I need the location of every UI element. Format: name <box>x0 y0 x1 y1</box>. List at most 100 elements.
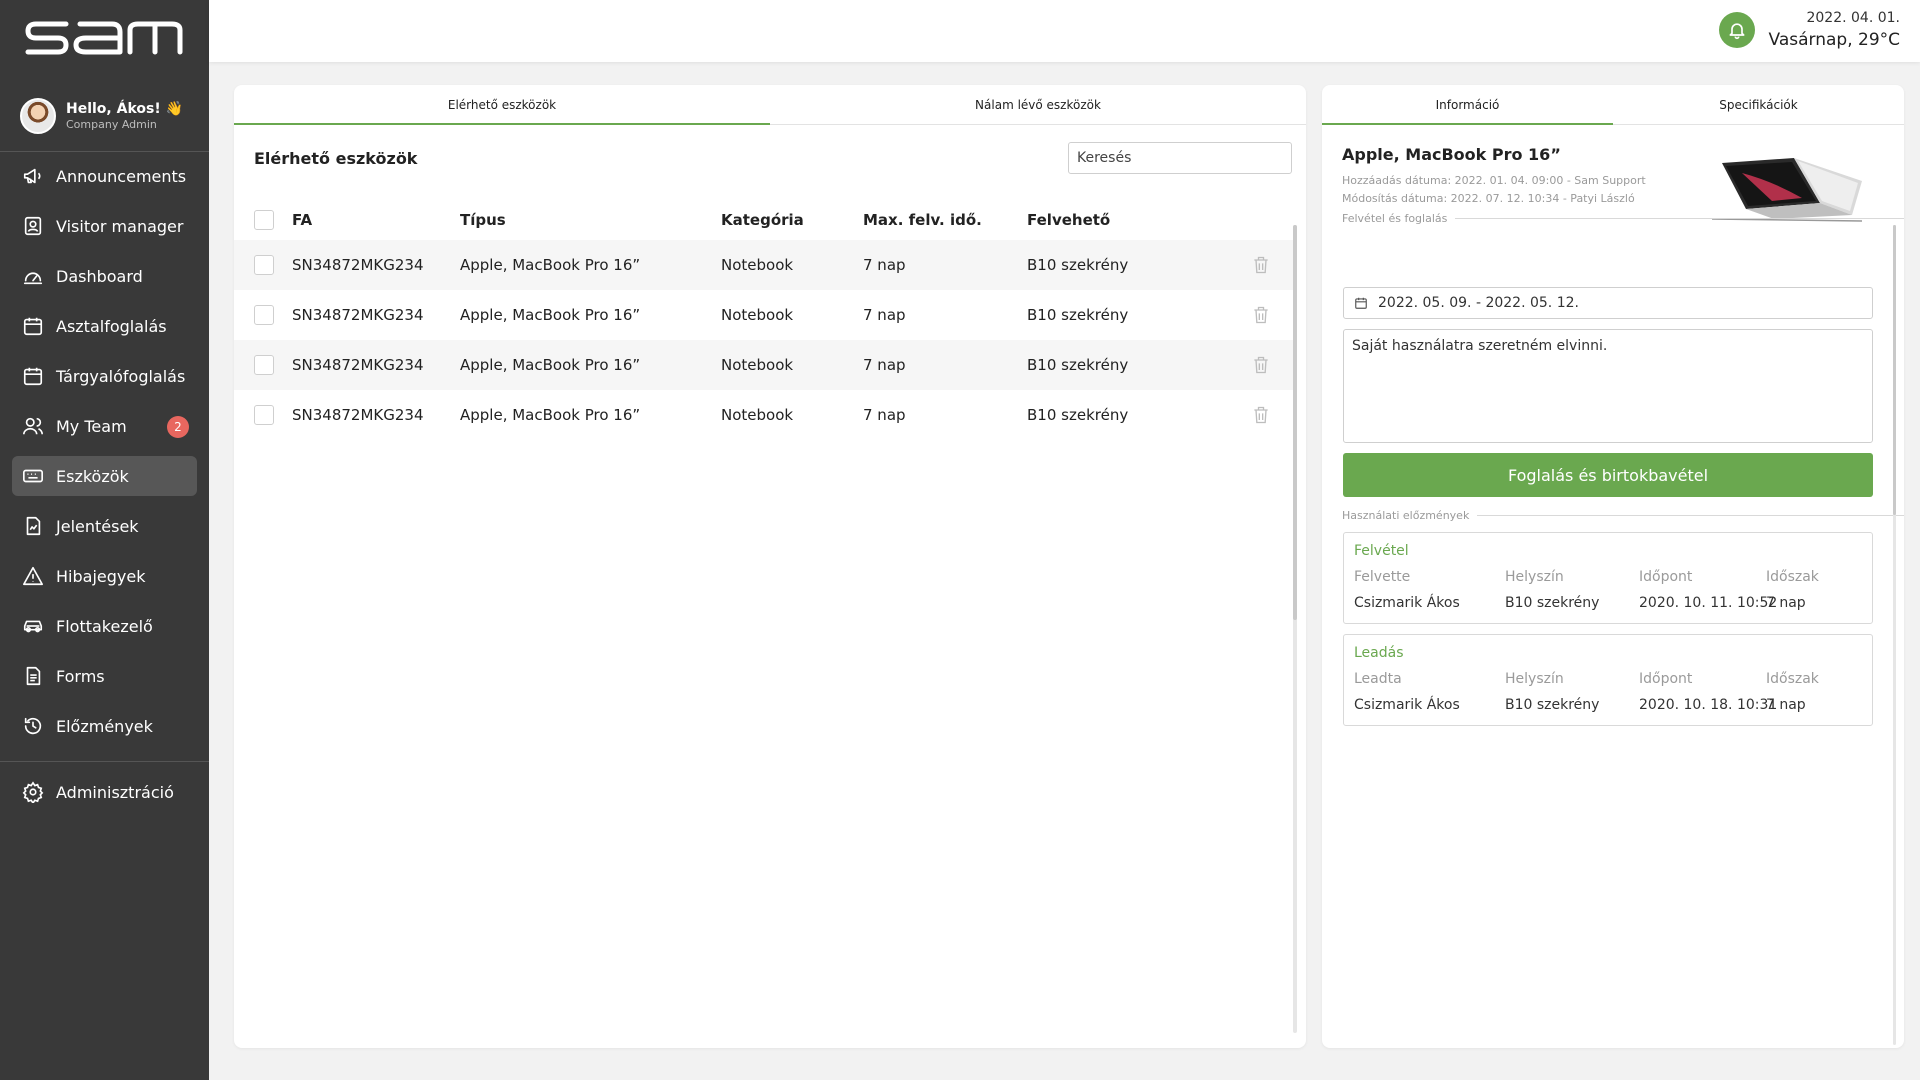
history-header: Időszak <box>1766 569 1819 585</box>
notifications-button[interactable] <box>1719 12 1755 48</box>
sidebar-item-devices[interactable]: Eszközök <box>12 456 197 496</box>
top-header: 2022. 04. 01. Vasárnap, 29°C <box>209 0 1920 62</box>
sidebar-item-tickets[interactable]: Hibajegyek <box>12 556 197 596</box>
column-header-type[interactable]: Típus <box>460 211 506 229</box>
column-header-max-time[interactable]: Max. felv. idő. <box>863 211 982 229</box>
trash-icon[interactable] <box>1251 255 1271 275</box>
user-profile[interactable]: Hello, Ákos! 👋 Company Admin <box>20 96 183 136</box>
cell-location: B10 szekrény <box>1027 356 1129 374</box>
report-icon <box>26 516 41 536</box>
tab-information[interactable]: Információ <box>1322 85 1613 125</box>
history-header: Időszak <box>1766 671 1819 687</box>
cell-category: Notebook <box>721 356 794 374</box>
tab-specifications[interactable]: Specifikációk <box>1613 85 1904 124</box>
sidebar-item-visitor-manager[interactable]: Visitor manager <box>12 206 197 246</box>
sam-logo[interactable] <box>24 18 184 58</box>
history-header: Felvette <box>1354 569 1411 585</box>
scrollbar-thumb[interactable] <box>1293 225 1297 620</box>
history-value: B10 szekrény <box>1505 697 1600 713</box>
sidebar-item-fleet-management[interactable]: Flottakezelő <box>12 606 197 646</box>
date-weather: 2022. 04. 01. Vasárnap, 29°C <box>1769 10 1900 50</box>
search-input[interactable] <box>1068 142 1292 174</box>
column-header-category[interactable]: Kategória <box>721 211 804 229</box>
sidebar-item-label: My Team <box>56 416 127 436</box>
sidebar-item-administration[interactable]: Adminisztráció <box>12 772 197 812</box>
table-row[interactable]: SN34872MKG234 Apple, MacBook Pro 16” Not… <box>234 390 1294 440</box>
sidebar-item-label: Adminisztráció <box>56 782 174 802</box>
sidebar-item-history[interactable]: Előzmények <box>12 706 197 746</box>
modified-date: Módosítás dátuma: 2022. 07. 12. 10:34 - … <box>1342 192 1635 205</box>
sidebar-item-label: Hibajegyek <box>56 566 146 586</box>
scrollbar-thumb[interactable] <box>1893 225 1896 515</box>
history-header: Helyszín <box>1505 569 1564 585</box>
row-checkbox[interactable] <box>254 255 274 275</box>
sidebar-item-forms[interactable]: Forms <box>12 656 197 696</box>
history-card-return: Leadás Leadta Helyszín Időpont Időszak C… <box>1343 634 1873 726</box>
gauge-icon <box>23 272 43 285</box>
table-row[interactable]: SN34872MKG234 Apple, MacBook Pro 16” Not… <box>234 240 1294 290</box>
cell-fa: SN34872MKG234 <box>292 306 424 324</box>
table-header: FA Típus Kategória Max. felv. idő. Felve… <box>234 200 1294 240</box>
sidebar-item-label: Dashboard <box>56 266 143 286</box>
cell-type: Apple, MacBook Pro 16” <box>460 356 641 374</box>
row-checkbox[interactable] <box>254 305 274 325</box>
sidebar-item-reports[interactable]: Jelentések <box>12 506 197 546</box>
sidebar-item-label: Asztalfoglalás <box>56 316 167 336</box>
weather: Vasárnap, 29°C <box>1768 30 1900 50</box>
car-icon <box>23 620 43 633</box>
column-header-fa[interactable]: FA <box>292 211 312 229</box>
cell-location: B10 szekrény <box>1027 406 1129 424</box>
sidebar-item-announcements[interactable]: Announcements <box>12 156 197 196</box>
tab-my-devices[interactable]: Nálam lévő eszközök <box>770 85 1306 124</box>
detail-tabs: Információ Specifikációk <box>1322 85 1904 125</box>
keyboard-icon <box>23 469 43 483</box>
cell-fa: SN34872MKG234 <box>292 406 424 424</box>
table-row[interactable]: SN34872MKG234 Apple, MacBook Pro 16” Not… <box>234 290 1294 340</box>
sidebar-item-desk-booking[interactable]: Asztalfoglalás <box>12 306 197 346</box>
sidebar-item-label: Flottakezelő <box>56 616 153 636</box>
cell-fa: SN34872MKG234 <box>292 356 424 374</box>
sidebar-item-my-team[interactable]: My Team 2 <box>12 406 197 446</box>
cell-type: Apple, MacBook Pro 16” <box>460 256 641 274</box>
sidebar-item-meeting-room-booking[interactable]: Tárgyalófoglalás <box>12 356 197 396</box>
user-greeting: Hello, Ákos! 👋 <box>66 101 184 117</box>
sidebar-item-label: Visitor manager <box>56 216 184 236</box>
calendar-icon <box>23 367 43 386</box>
sidebar-item-label: Jelentések <box>56 516 139 536</box>
warning-icon <box>23 566 43 586</box>
history-card-title: Felvétel <box>1354 543 1409 559</box>
sidebar: Hello, Ákos! 👋 Company Admin Announcemen… <box>0 0 209 1080</box>
cell-type: Apple, MacBook Pro 16” <box>460 406 641 424</box>
select-all-checkbox[interactable] <box>254 210 274 230</box>
usage-history-section-label: Használati előzmények <box>1342 509 1904 522</box>
reserve-and-take-button[interactable]: Foglalás és birtokbavétel <box>1343 453 1873 497</box>
history-header: Időpont <box>1639 671 1693 687</box>
history-value: 7 nap <box>1766 595 1806 611</box>
row-checkbox[interactable] <box>254 355 274 375</box>
team-icon <box>23 417 43 435</box>
history-value: 2020. 10. 18. 10:31 <box>1639 697 1778 713</box>
column-header-available[interactable]: Felvehető <box>1027 211 1110 229</box>
device-detail-panel: Információ Specifikációk Apple, MacBook … <box>1322 85 1904 1048</box>
history-icon <box>24 717 42 735</box>
sidebar-nav: Announcements Visitor manager Dashboard … <box>12 156 197 756</box>
trash-icon[interactable] <box>1251 355 1271 375</box>
notification-badge: 2 <box>167 416 189 438</box>
table-row[interactable]: SN34872MKG234 Apple, MacBook Pro 16” Not… <box>234 340 1294 390</box>
note-textarea[interactable]: Saját használatra szeretném elvinni. <box>1343 329 1873 443</box>
tab-available-devices[interactable]: Elérhető eszközök <box>234 85 770 125</box>
history-header: Időpont <box>1639 569 1693 585</box>
row-checkbox[interactable] <box>254 405 274 425</box>
cell-fa: SN34872MKG234 <box>292 256 424 274</box>
trash-icon[interactable] <box>1251 405 1271 425</box>
date-range-value: 2022. 05. 09. - 2022. 05. 12. <box>1378 295 1579 311</box>
bell-icon <box>1729 23 1745 40</box>
history-value: B10 szekrény <box>1505 595 1600 611</box>
cell-max-time: 7 nap <box>863 406 906 424</box>
cell-max-time: 7 nap <box>863 306 906 324</box>
date-range-input[interactable]: 2022. 05. 09. - 2022. 05. 12. <box>1343 287 1873 319</box>
cell-location: B10 szekrény <box>1027 306 1129 324</box>
history-card-pickup: Felvétel Felvette Helyszín Időpont Idősz… <box>1343 532 1873 624</box>
sidebar-item-dashboard[interactable]: Dashboard <box>12 256 197 296</box>
trash-icon[interactable] <box>1251 305 1271 325</box>
